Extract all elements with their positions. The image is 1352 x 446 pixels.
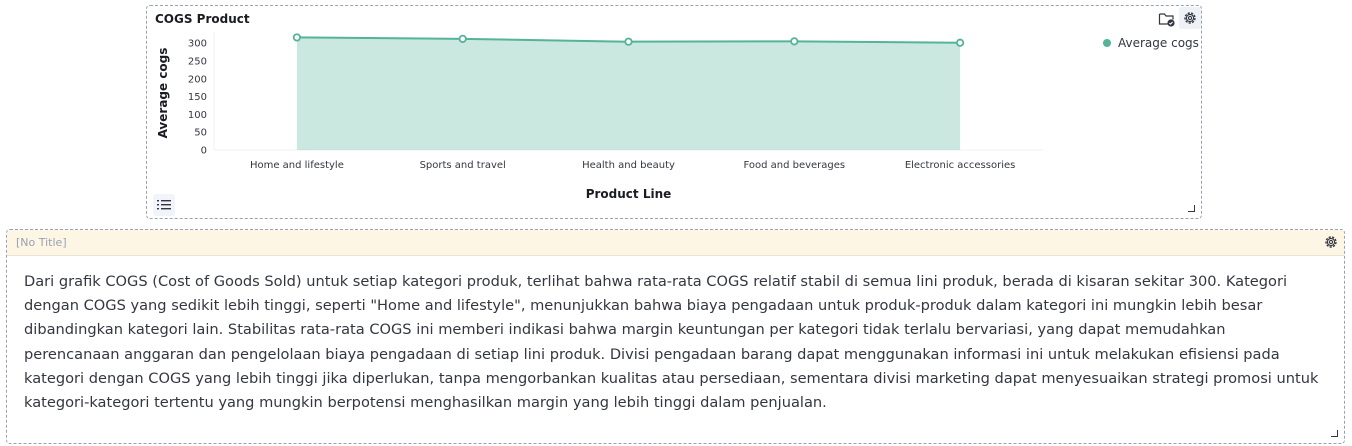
data-point — [624, 37, 633, 46]
panel-body-text: Dari grafik COGS (Cost of Goods Sold) un… — [24, 273, 1319, 412]
y-tick-label: 100 — [188, 110, 207, 121]
gear-icon[interactable] — [1320, 231, 1342, 253]
x-tick-label: Health and beauty — [582, 160, 675, 171]
legend-color-dot — [1103, 39, 1111, 47]
y-tick-label: 200 — [188, 74, 207, 85]
data-point — [458, 34, 467, 43]
x-tick-label: Sports and travel — [420, 160, 506, 171]
y-axis-title: Average cogs — [156, 48, 170, 139]
y-tick-label: 150 — [188, 92, 207, 103]
chart-panel: COGS Product 0 50 100 150 200 250 300 Home and … — [146, 5, 1202, 219]
data-point — [955, 38, 965, 47]
x-tick-label: Food and beverages — [743, 160, 845, 171]
data-point — [790, 37, 799, 46]
legend-item[interactable]: Average cogs — [1103, 36, 1199, 50]
resize-handle[interactable] — [1331, 430, 1338, 437]
panel-title: [No Title] — [16, 236, 67, 249]
x-tick-label: Home and lifestyle — [250, 160, 344, 171]
y-tick-label: 250 — [188, 56, 207, 67]
data-point — [292, 33, 301, 42]
legend-label: Average cogs — [1118, 36, 1199, 50]
y-tick-label: 300 — [188, 39, 207, 50]
area-chart: 0 50 100 150 200 250 300 Home and lifestyle Spor… — [156, 32, 1043, 201]
panel-header: [No Title] — [7, 230, 1344, 256]
markdown-panel: [No Title] Dari grafik COGS (Cost of Goo… — [6, 229, 1345, 444]
resize-handle[interactable] — [1188, 205, 1195, 212]
x-tick-label: Electronic accessories — [905, 160, 1016, 171]
y-tick-label: 0 — [201, 146, 207, 157]
y-tick-label: 50 — [194, 128, 207, 139]
series-area — [296, 37, 961, 150]
x-axis-title: Product Line — [586, 187, 672, 201]
list-icon[interactable] — [153, 194, 175, 216]
